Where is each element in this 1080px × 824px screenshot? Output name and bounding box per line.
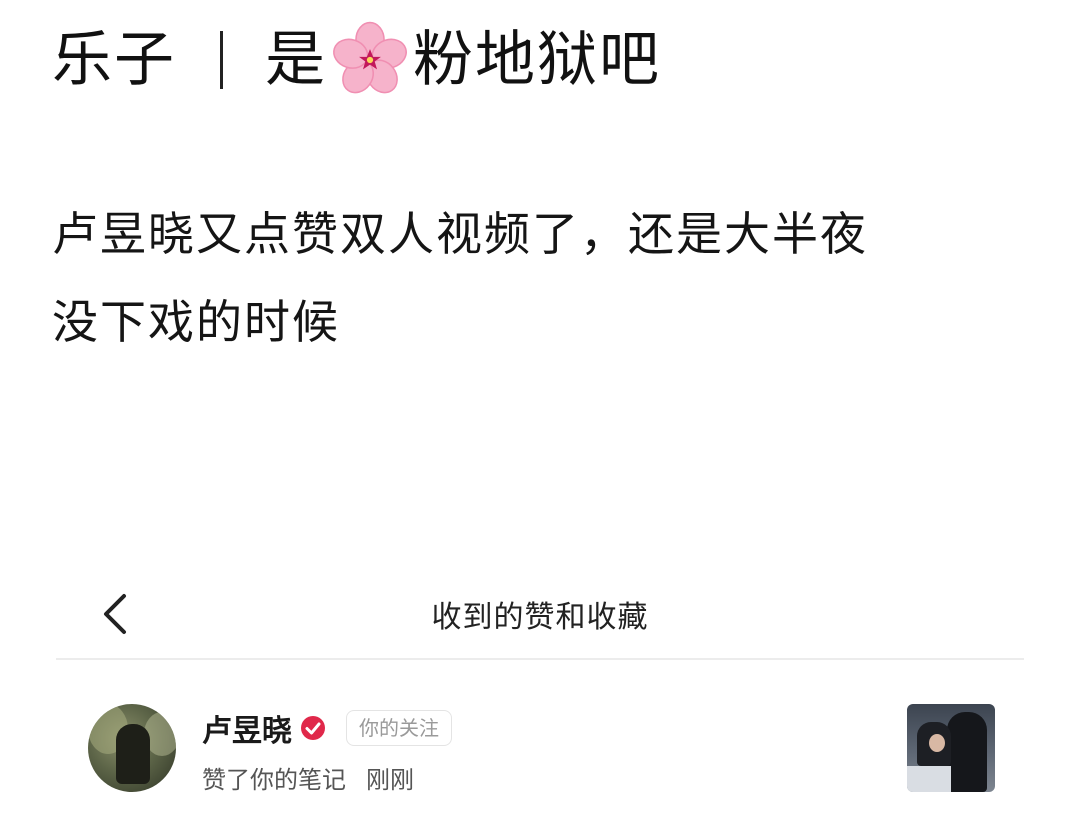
avatar[interactable] [88,704,176,792]
notification-user-line: 卢昱晓 你的关注 [202,706,452,750]
likes-page-header: 收到的赞和收藏 [56,572,1024,658]
note-thumbnail[interactable] [907,704,995,792]
page-title: 收到的赞和收藏 [431,600,649,635]
post-body-line-1: 卢昱晓又点赞双人视频了，还是大半夜 [52,207,868,261]
post-title: 乐子 是 粉地狱吧 [52,18,661,102]
post-title-prefix: 是 [265,25,327,95]
post-title-suffix: 粉地狱吧 [413,25,661,95]
header-divider [56,658,1024,660]
title-divider [220,31,223,89]
notification-item[interactable]: 卢昱晓 你的关注 赞了你的笔记 刚刚 [56,690,1024,810]
post-tag: 乐子 [52,25,176,95]
username[interactable]: 卢昱晓 [202,706,292,750]
post-body: 卢昱晓又点赞双人视频了，还是大半夜 没下戏的时候 [52,190,1032,366]
post-body-line-2: 没下戏的时候 [52,295,340,349]
action-text: 赞了你的笔记 [202,766,346,794]
relation-badge: 你的关注 [346,710,452,746]
timestamp: 刚刚 [366,766,414,794]
cherry-blossom-icon [333,21,407,94]
notification-action: 赞了你的笔记 刚刚 [202,760,414,795]
verified-badge-icon [301,716,325,740]
